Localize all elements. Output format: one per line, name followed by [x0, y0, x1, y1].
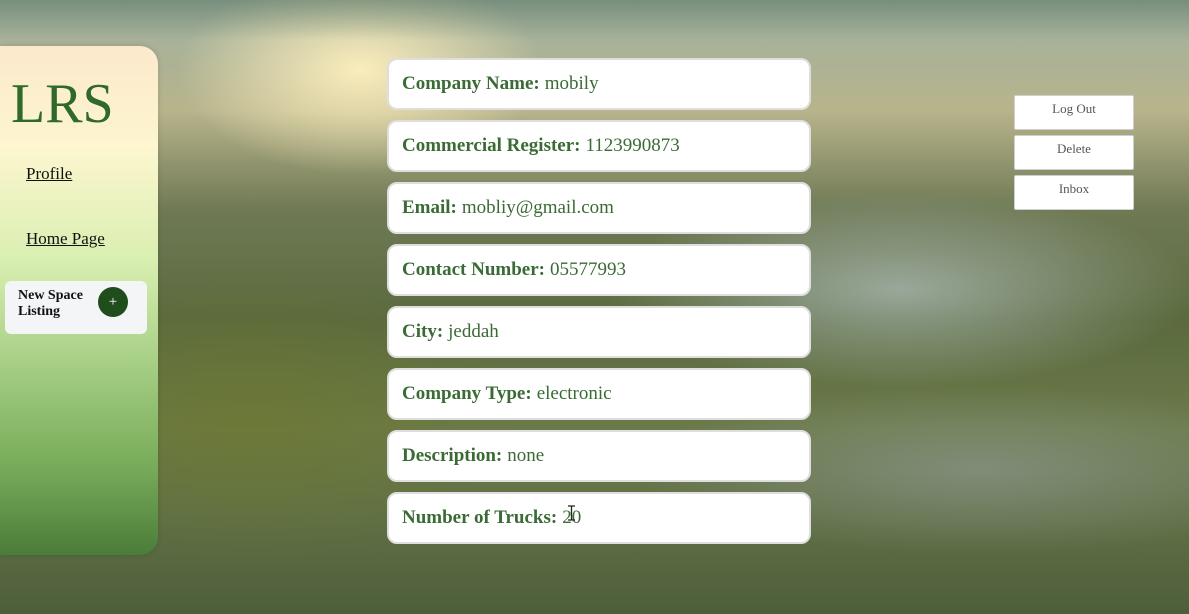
field-value: 1123990873: [585, 135, 680, 156]
text-cursor-icon: [568, 505, 575, 521]
contact-number-card: Contact Number: 05577993: [387, 244, 811, 296]
logo: LRS: [11, 73, 114, 135]
company-type-card: Company Type: electronic: [387, 368, 811, 420]
home-page-link[interactable]: Home Page: [26, 229, 105, 249]
field-value: none: [507, 445, 545, 466]
new-space-listing-label: New Space Listing: [18, 288, 83, 319]
description-card: Description: none: [387, 430, 811, 482]
field-value: jeddah: [448, 321, 499, 342]
field-label: Company Type:: [402, 383, 532, 404]
profile-link[interactable]: Profile: [26, 164, 72, 184]
field-label: Company Name:: [402, 73, 540, 94]
company-name-card: Company Name: mobily: [387, 58, 811, 110]
city-card: City: jeddah: [387, 306, 811, 358]
log-out-button[interactable]: Log Out: [1014, 95, 1134, 130]
email-card: Email: mobliy@gmail.com: [387, 182, 811, 234]
field-label: Contact Number:: [402, 259, 546, 280]
new-space-listing-button[interactable]: New Space Listing +: [5, 281, 147, 334]
field-value: mobliy@gmail.com: [461, 197, 614, 218]
field-label: Email:: [402, 197, 457, 218]
plus-icon[interactable]: +: [98, 287, 128, 317]
field-label: Description:: [402, 445, 503, 466]
delete-button[interactable]: Delete: [1014, 135, 1134, 170]
field-label: City:: [402, 321, 444, 342]
field-label: Commercial Register:: [402, 135, 581, 156]
commercial-register-card: Commercial Register: 1123990873: [387, 120, 811, 172]
sidebar: LRS Profile Home Page New Space Listing …: [0, 46, 158, 555]
number-of-trucks-card: Number of Trucks: 20: [387, 492, 811, 544]
field-value: mobily: [544, 73, 599, 94]
field-value: electronic: [536, 383, 612, 404]
field-value: 05577993: [550, 259, 627, 280]
field-label: Number of Trucks:: [402, 507, 558, 528]
inbox-button[interactable]: Inbox: [1014, 175, 1134, 210]
